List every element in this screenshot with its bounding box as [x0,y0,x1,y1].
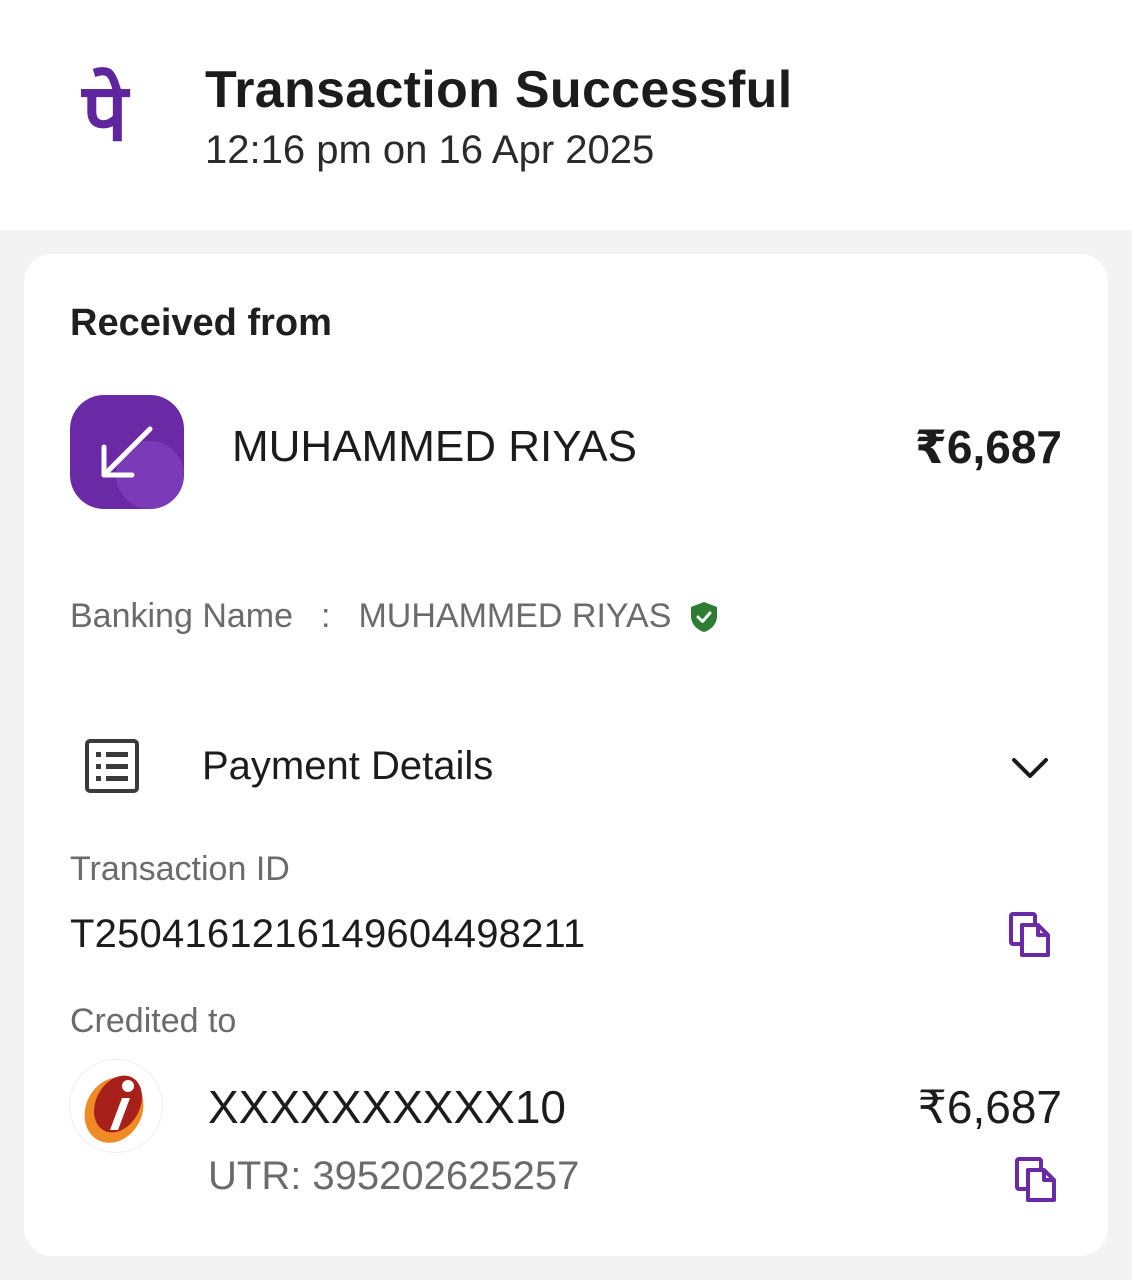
transaction-id-value: T2504161216149604498211 [70,912,586,956]
received-amount: ₹6,687 [914,421,1062,473]
payment-details-toggle[interactable]: Payment Details [70,724,1062,814]
banking-name-value: MUHAMMED RIYAS [358,597,672,635]
banking-name-row: Banking Name : MUHAMMED RIYAS [70,597,719,636]
credited-amount: ₹6,687 [917,1081,1062,1133]
banking-name-label: Banking Name [70,597,294,635]
credited-to-label: Credited to [70,1002,237,1040]
payment-details-label: Payment Details [202,744,494,788]
arrow-down-left-icon [70,395,184,509]
transaction-id-label: Transaction ID [70,850,290,888]
chevron-down-icon[interactable] [1010,748,1050,788]
phonepe-logo: पे [82,66,128,159]
receipt-list-icon [84,738,140,794]
verified-shield-icon [689,601,719,633]
transaction-card: Received from MUHAMMED RIYAS ₹6,687 Bank… [24,254,1108,1256]
page-title: Transaction Successful [205,61,793,119]
received-from-label: Received from [70,302,332,344]
icici-bank-logo [70,1060,162,1152]
copy-utr-icon[interactable] [1014,1156,1058,1204]
transaction-header: पे Transaction Successful 12:16 pm on 16… [0,0,1132,230]
utr-number: UTR: 395202625257 [208,1154,580,1198]
transaction-timestamp: 12:16 pm on 16 Apr 2025 [205,128,655,172]
account-number: XXXXXXXXXX10 [208,1081,566,1133]
copy-transaction-id-icon[interactable] [1008,911,1052,959]
separator: : [321,597,331,635]
sender-name: MUHAMMED RIYAS [232,422,637,471]
